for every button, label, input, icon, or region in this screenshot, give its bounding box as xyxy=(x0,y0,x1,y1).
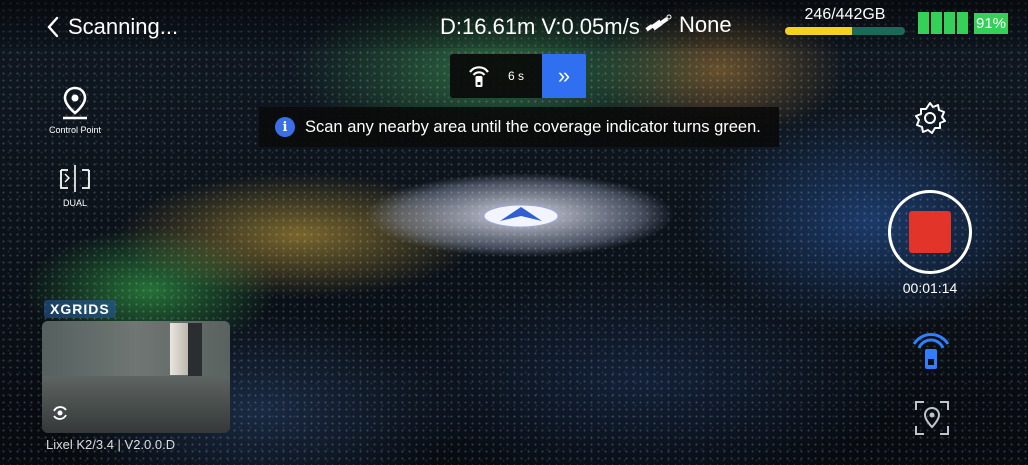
stop-icon xyxy=(909,211,951,253)
info-icon: i xyxy=(275,117,295,137)
storage-bar-fill xyxy=(785,27,852,35)
hint-message: Scan any nearby area until the coverage … xyxy=(305,117,761,136)
camera-floor xyxy=(42,376,230,433)
switch-camera-icon[interactable] xyxy=(50,403,70,423)
control-point-label: Control Point xyxy=(48,125,102,135)
control-point-button[interactable]: Control Point xyxy=(40,85,110,135)
locate-frame-icon[interactable] xyxy=(912,398,952,438)
battery-segment xyxy=(931,12,942,34)
back-label: Scanning... xyxy=(68,14,179,39)
device-version-label: Lixel K2/3.4 | V2.0.0.D xyxy=(46,437,176,452)
battery-indicator: 91% xyxy=(918,12,1009,34)
skip-forward-button[interactable]: » xyxy=(542,54,586,98)
dual-view-icon xyxy=(60,165,90,192)
hint-toast: i Scan any nearby area until the coverag… xyxy=(259,107,779,147)
distance-velocity-readout: D:16.61m V:0.05m/s xyxy=(440,14,640,39)
double-chevron-right-icon: » xyxy=(557,63,571,88)
battery-segment xyxy=(918,12,929,34)
scanner-mode-icon[interactable] xyxy=(906,328,956,374)
battery-percent: 91% xyxy=(974,12,1009,34)
brand-logo: XGRIDS xyxy=(44,300,116,318)
storage-bar xyxy=(785,27,905,35)
satellite-icon xyxy=(645,14,672,32)
scan-countdown: 6 s xyxy=(508,69,525,83)
chevron-left-icon xyxy=(47,16,59,38)
status-bar: Scanning... D:16.61m V:0.05m/s None 246/… xyxy=(0,0,1028,48)
camera-preview[interactable] xyxy=(42,321,230,433)
settings-gear-icon[interactable] xyxy=(912,100,948,136)
scanner-signal-icon xyxy=(469,66,489,87)
battery-segment xyxy=(957,12,968,34)
recording-timer: 00:01:14 xyxy=(902,280,958,296)
dual-label: DUAL xyxy=(62,198,87,208)
storage-text: 246/442GB xyxy=(804,6,886,23)
gps-status: None xyxy=(645,12,732,38)
battery-segment xyxy=(944,12,955,34)
scan-status-pill: 6 s » xyxy=(450,54,586,98)
scanner-signal xyxy=(450,62,508,90)
device-position-arrow-icon xyxy=(483,204,559,228)
camera-doorway xyxy=(170,323,188,375)
back-button[interactable]: Scanning... xyxy=(46,14,178,40)
stop-recording-button[interactable] xyxy=(888,190,972,274)
location-pin-icon xyxy=(63,86,87,120)
gps-status-label: None xyxy=(679,12,732,37)
dual-mode-button[interactable]: DUAL xyxy=(50,162,100,208)
camera-door xyxy=(188,323,202,379)
storage-indicator: 246/442GB xyxy=(785,6,905,35)
